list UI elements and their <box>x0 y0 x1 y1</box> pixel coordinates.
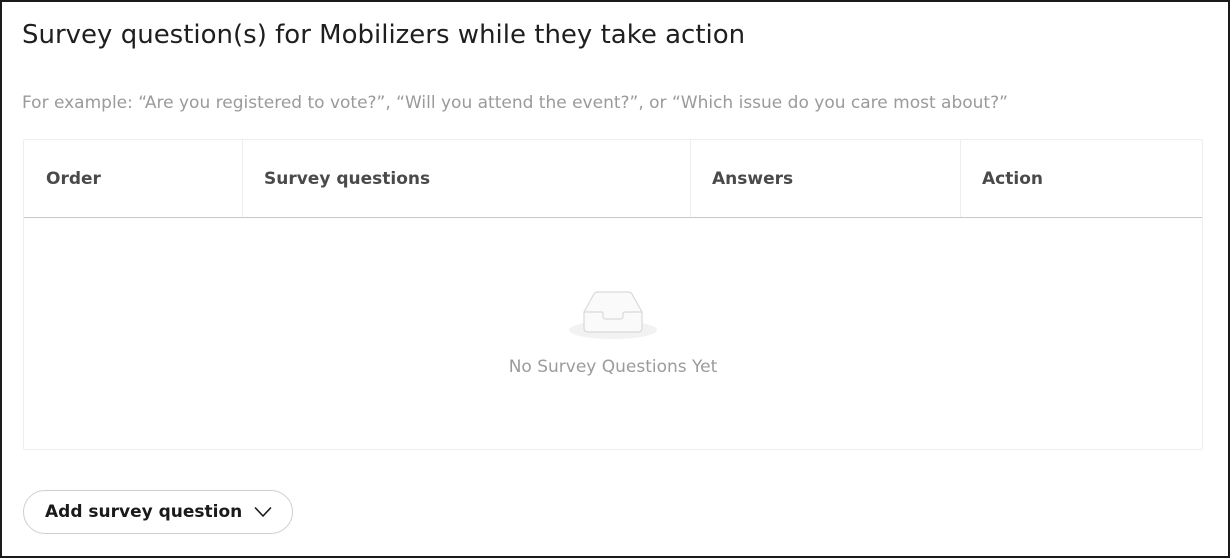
survey-questions-table: Order Survey questions Answers Action No… <box>23 139 1203 450</box>
empty-state-message: No Survey Questions Yet <box>508 357 718 377</box>
column-header-action-label: Action <box>982 168 1043 189</box>
column-header-answers-label: Answers <box>712 168 794 189</box>
example-hint: For example: “Are you registered to vote… <box>22 93 1008 113</box>
empty-inbox-icon <box>569 291 657 339</box>
add-survey-question-button[interactable]: Add survey question <box>23 490 294 534</box>
column-header-action: Action <box>960 140 1202 217</box>
column-header-survey-questions: Survey questions <box>242 140 690 217</box>
chevron-down-icon <box>254 507 272 517</box>
column-header-order: Order <box>24 140 242 217</box>
section-title: Survey question(s) for Mobilizers while … <box>22 20 746 50</box>
add-survey-question-label: Add survey question <box>45 502 243 522</box>
column-header-order-label: Order <box>46 168 101 189</box>
column-header-survey-questions-label: Survey questions <box>264 168 431 189</box>
empty-state: No Survey Questions Yet <box>24 218 1202 450</box>
survey-questions-panel: Survey question(s) for Mobilizers while … <box>0 0 1230 558</box>
table-header: Order Survey questions Answers Action <box>24 140 1202 218</box>
column-header-answers: Answers <box>690 140 960 217</box>
